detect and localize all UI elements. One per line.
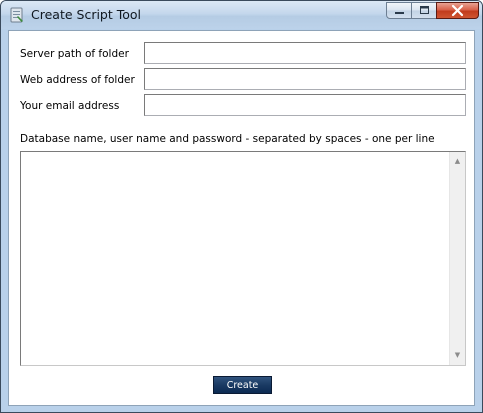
databases-textarea[interactable] (21, 152, 449, 365)
window-title: Create Script Tool (31, 7, 142, 22)
create-button[interactable]: Create (213, 376, 272, 394)
app-window: Create Script Tool Server path of folder… (0, 0, 483, 413)
web-address-label: Web address of folder (20, 74, 135, 86)
databases-label: Database name, user name and password - … (20, 133, 435, 145)
server-path-input[interactable] (144, 42, 466, 64)
title-bar[interactable]: Create Script Tool (1, 1, 482, 29)
web-address-input[interactable] (144, 68, 466, 90)
scroll-up-icon[interactable]: ▲ (450, 154, 465, 169)
scroll-down-icon[interactable]: ▼ (450, 348, 465, 363)
close-button[interactable] (436, 2, 479, 19)
minimize-icon (395, 12, 404, 14)
maximize-icon (420, 6, 429, 14)
form-panel: Server path of folder Web address of fol… (8, 30, 475, 406)
close-icon (451, 4, 464, 17)
email-input[interactable] (144, 94, 466, 116)
script-tool-icon[interactable] (9, 7, 25, 23)
maximize-button[interactable] (411, 2, 437, 19)
email-label: Your email address (20, 100, 120, 112)
minimize-button[interactable] (386, 2, 412, 19)
databases-textarea-frame: ▲ ▼ (20, 151, 466, 366)
server-path-label: Server path of folder (20, 48, 129, 60)
vertical-scrollbar[interactable]: ▲ ▼ (449, 152, 465, 365)
